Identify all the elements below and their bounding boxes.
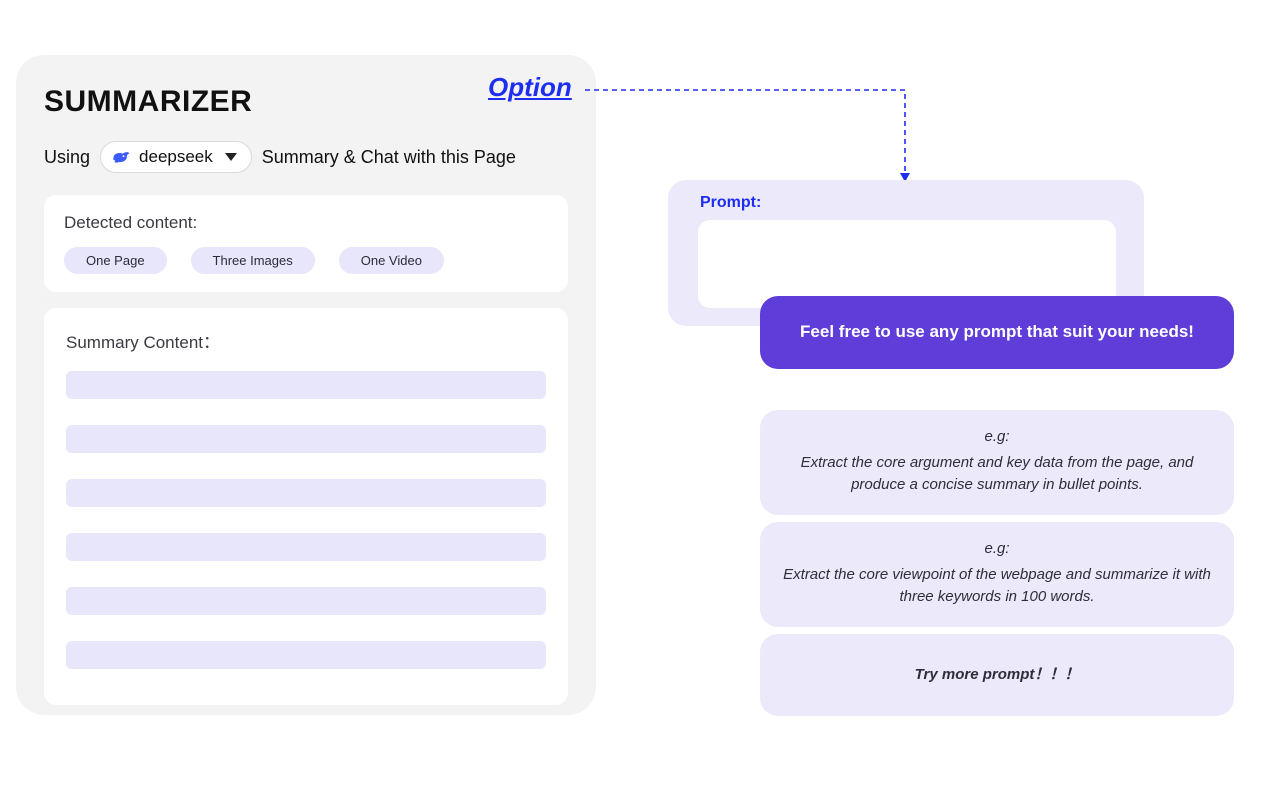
chip-three-images[interactable]: Three Images	[191, 247, 315, 274]
summary-content-card: Summary Content：	[44, 308, 568, 705]
detected-label: Detected content:	[64, 213, 548, 233]
chip-one-video[interactable]: One Video	[339, 247, 444, 274]
summary-placeholder-line	[66, 479, 546, 507]
summary-placeholder-line	[66, 425, 546, 453]
example-body: Extract the core argument and key data f…	[801, 454, 1194, 493]
example-body: Extract the core viewpoint of the webpag…	[783, 566, 1211, 605]
deepseek-whale-icon	[111, 147, 131, 167]
panel-subtitle: Summary & Chat with this Page	[262, 147, 516, 168]
prompt-example: e.g: Extract the core argument and key d…	[760, 410, 1234, 515]
model-selector[interactable]: deepseek	[100, 141, 252, 173]
summary-placeholder-line	[66, 533, 546, 561]
example-body: Try more prompt！！！	[915, 666, 1080, 683]
prompt-example: e.g: Extract the core viewpoint of the w…	[760, 522, 1234, 627]
summary-placeholder-line	[66, 641, 546, 669]
using-row: Using deepseek Summary & Chat with this …	[44, 141, 568, 173]
summary-placeholder-line	[66, 587, 546, 615]
prompt-banner: Feel free to use any prompt that suit yo…	[760, 296, 1234, 369]
chip-one-page[interactable]: One Page	[64, 247, 167, 274]
prompt-input[interactable]	[698, 220, 1116, 308]
banner-text: Feel free to use any prompt that suit yo…	[800, 322, 1194, 341]
chevron-down-icon	[225, 153, 237, 161]
example-eg: e.g:	[782, 538, 1212, 560]
summarizer-panel: SUMMARIZER Using deepseek Summary & Chat…	[16, 55, 596, 715]
detected-content-card: Detected content: One Page Three Images …	[44, 195, 568, 292]
example-eg: e.g:	[782, 426, 1212, 448]
option-callout-label: Option	[488, 72, 572, 103]
prompt-title: Prompt:	[700, 194, 1126, 212]
model-name: deepseek	[139, 147, 213, 167]
summary-label: Summary Content：	[66, 328, 546, 353]
summary-placeholder-line	[66, 371, 546, 399]
prompt-example: Try more prompt！！！	[760, 634, 1234, 716]
using-label: Using	[44, 147, 90, 168]
detected-chip-row: One Page Three Images One Video	[64, 247, 548, 274]
